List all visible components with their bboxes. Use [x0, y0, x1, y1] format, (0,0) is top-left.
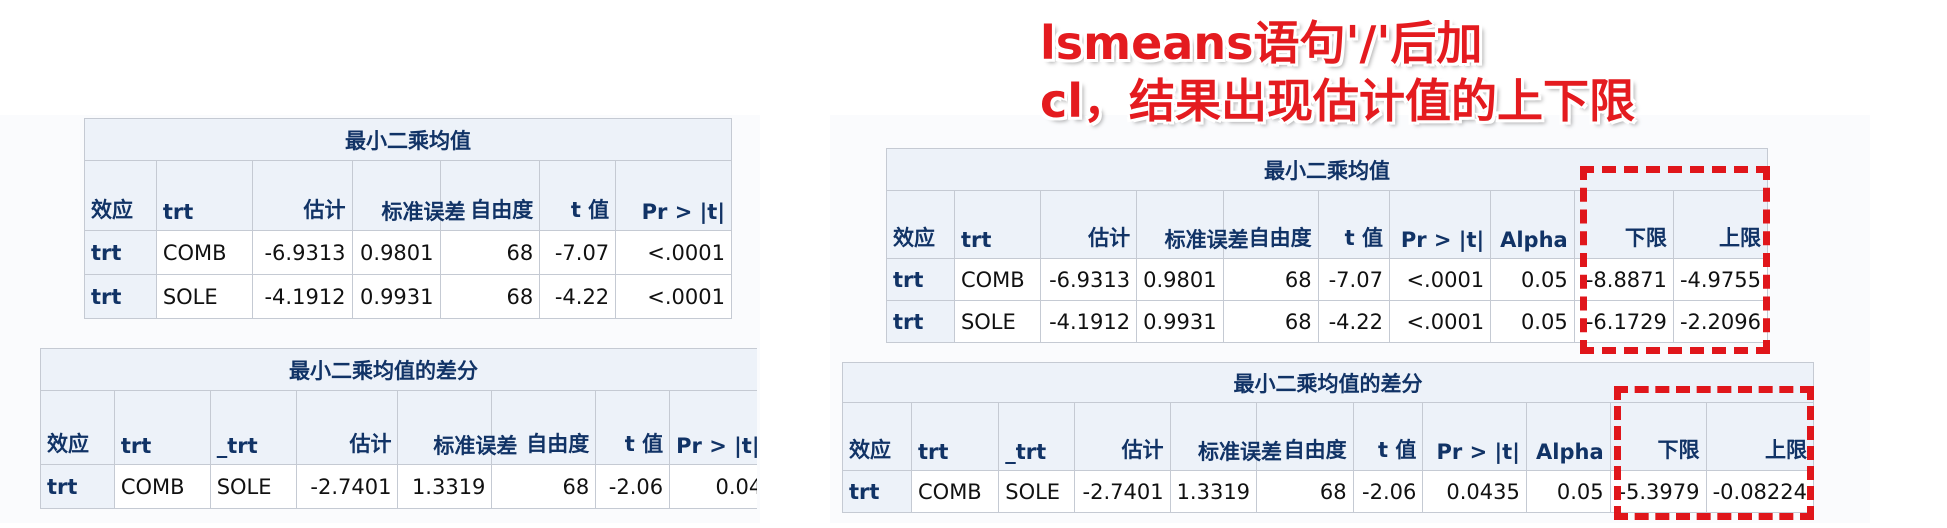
col-header-alpha: Alpha: [1490, 190, 1575, 259]
cell: -2.7401: [1073, 470, 1171, 513]
col-header-trt: trt: [910, 402, 1000, 471]
cell: SOLE: [209, 464, 297, 509]
cell: -4.22: [539, 274, 617, 319]
cell: 0.0435: [669, 464, 757, 509]
cell: SOLE: [953, 300, 1042, 343]
cell: 0.9931: [1136, 300, 1224, 343]
highlight-box-lsmeans-limits: [1580, 166, 1770, 354]
highlight-box-diff-limits: [1614, 386, 1814, 520]
cell: 68: [1256, 470, 1354, 513]
cell: 1.3319: [397, 464, 493, 509]
cell: 0.0435: [1422, 470, 1527, 513]
cell: 68: [491, 464, 597, 509]
col-header-pvalue: Pr > |t|: [669, 390, 757, 465]
row-header: trt: [84, 274, 157, 319]
left-lsmeans-table: 最小二乘均值 效应 trt 估计 标准误差 自由度 t 值 Pr > |t| t…: [84, 118, 732, 319]
annotation-line-2: cl，结果出现估计值的上下限: [1040, 74, 1636, 128]
cell: -7.07: [1317, 258, 1390, 301]
table-row: trt COMB SOLE -2.7401 1.3319 68 -2.06 0.…: [40, 464, 757, 509]
cell: 68: [439, 274, 541, 319]
col-header-estimate: 估计: [1073, 402, 1171, 471]
cell: -4.22: [1317, 300, 1390, 343]
cell: COMB: [113, 464, 211, 509]
row-header: trt: [886, 258, 955, 301]
cell: -2.7401: [295, 464, 399, 509]
col-header-pvalue: Pr > |t|: [1388, 190, 1492, 259]
cell: 68: [439, 230, 541, 275]
row-header: trt: [40, 464, 115, 509]
cell: 0.05: [1490, 300, 1575, 343]
row-header: trt: [842, 470, 912, 513]
cell: SOLE: [998, 470, 1075, 513]
col-header-tvalue: t 值: [1352, 402, 1424, 471]
cell: SOLE: [155, 274, 253, 319]
col-header-effect: 效应: [886, 190, 955, 259]
col-header-estimate: 估计: [295, 390, 399, 465]
cell: -2.06: [1352, 470, 1424, 513]
cell: -2.06: [595, 464, 671, 509]
col-header-stderr: 标准误差: [1169, 402, 1282, 471]
col-header-effect: 效应: [40, 390, 115, 465]
col-header-pvalue: Pr > |t|: [615, 160, 732, 231]
cell: <.0001: [1388, 300, 1492, 343]
col-header-trt2: _trt: [998, 402, 1075, 471]
cell: <.0001: [615, 230, 732, 275]
row-header: trt: [84, 230, 157, 275]
table-caption: 最小二乘均值: [84, 118, 732, 161]
cell: -6.9313: [1040, 258, 1138, 301]
cell: 0.9801: [351, 230, 441, 275]
col-header-effect: 效应: [84, 160, 157, 231]
annotation-text: lsmeans语句'/'后加 cl，结果出现估计值的上下限: [1040, 14, 1635, 130]
left-diff-clip: 最小二乘均值的差分 效应 trt _trt 估计 标准误差 自由度 t 值 Pr…: [40, 348, 757, 524]
cell: 0.9801: [1136, 258, 1224, 301]
table-row: trt COMB -6.9313 0.9801 68 -7.07 <.0001: [84, 230, 732, 275]
col-header-tvalue: t 值: [1317, 190, 1390, 259]
cell: -4.1912: [1040, 300, 1138, 343]
cell: 68: [1222, 300, 1319, 343]
col-header-effect: 效应: [842, 402, 912, 471]
col-header-stderr: 标准误差: [397, 390, 517, 465]
cell: -7.07: [539, 230, 617, 275]
cell: COMB: [910, 470, 1000, 513]
table-caption: 最小二乘均值的差分: [40, 348, 757, 391]
col-header-tvalue: t 值: [595, 390, 671, 465]
cell: 68: [1222, 258, 1319, 301]
annotation-line-1: lsmeans语句'/'后加: [1040, 16, 1483, 70]
col-header-stderr: 标准误差: [351, 160, 466, 231]
cell: <.0001: [615, 274, 732, 319]
cell: 0.9931: [351, 274, 441, 319]
left-diff-table: 最小二乘均值的差分 效应 trt _trt 估计 标准误差 自由度 t 值 Pr…: [40, 348, 757, 509]
cell: 0.05: [1490, 258, 1575, 301]
col-header-trt2: _trt: [209, 390, 297, 465]
col-header-stderr: 标准误差: [1136, 190, 1249, 259]
cell: COMB: [155, 230, 253, 275]
cell: 1.3319: [1169, 470, 1258, 513]
cell: COMB: [953, 258, 1042, 301]
col-header-trt: trt: [953, 190, 1042, 259]
cell: 0.05: [1525, 470, 1611, 513]
row-header: trt: [886, 300, 955, 343]
cell: -4.1912: [251, 274, 353, 319]
col-header-tvalue: t 值: [539, 160, 617, 231]
col-header-estimate: 估计: [1040, 190, 1138, 259]
col-header-estimate: 估计: [251, 160, 353, 231]
table-row: trt SOLE -4.1912 0.9931 68 -4.22 <.0001: [84, 274, 732, 319]
cell: <.0001: [1388, 258, 1492, 301]
col-header-trt: trt: [113, 390, 211, 465]
cell: -6.9313: [251, 230, 353, 275]
col-header-pvalue: Pr > |t|: [1422, 402, 1527, 471]
col-header-trt: trt: [155, 160, 253, 231]
col-header-alpha: Alpha: [1525, 402, 1611, 471]
